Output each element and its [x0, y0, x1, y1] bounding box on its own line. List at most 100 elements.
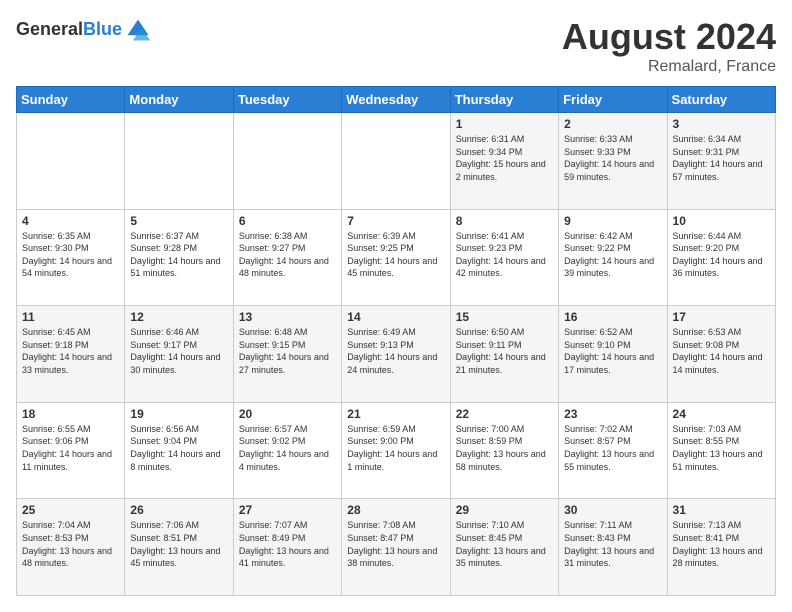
day-number: 4	[22, 214, 119, 228]
day-info: Sunrise: 6:41 AMSunset: 9:23 PMDaylight:…	[456, 230, 553, 280]
day-number: 19	[130, 407, 227, 421]
day-number: 25	[22, 503, 119, 517]
day-number: 23	[564, 407, 661, 421]
day-info: Sunrise: 7:08 AMSunset: 8:47 PMDaylight:…	[347, 519, 444, 569]
day-number: 29	[456, 503, 553, 517]
table-row: 19 Sunrise: 6:56 AMSunset: 9:04 PMDayligh…	[125, 402, 233, 499]
calendar-header-row: Sunday Monday Tuesday Wednesday Thursday…	[17, 87, 776, 113]
table-row: 5 Sunrise: 6:37 AMSunset: 9:28 PMDaylight…	[125, 209, 233, 306]
day-info: Sunrise: 6:53 AMSunset: 9:08 PMDaylight:…	[673, 326, 770, 376]
day-number: 20	[239, 407, 336, 421]
table-row: 13 Sunrise: 6:48 AMSunset: 9:15 PMDayligh…	[233, 306, 341, 403]
day-number: 21	[347, 407, 444, 421]
day-number: 12	[130, 310, 227, 324]
table-row	[233, 113, 341, 210]
table-row: 23 Sunrise: 7:02 AMSunset: 8:57 PMDayligh…	[559, 402, 667, 499]
day-info: Sunrise: 6:35 AMSunset: 9:30 PMDaylight:…	[22, 230, 119, 280]
day-info: Sunrise: 7:04 AMSunset: 8:53 PMDaylight:…	[22, 519, 119, 569]
table-row: 22Sunrise: 7:00 AMSunset: 8:59 PMDayligh…	[450, 402, 558, 499]
calendar-week-row: 4 Sunrise: 6:35 AMSunset: 9:30 PMDaylight…	[17, 209, 776, 306]
day-number: 30	[564, 503, 661, 517]
col-saturday: Saturday	[667, 87, 775, 113]
table-row: 26 Sunrise: 7:06 AMSunset: 8:51 PMDayligh…	[125, 499, 233, 596]
col-thursday: Thursday	[450, 87, 558, 113]
col-tuesday: Tuesday	[233, 87, 341, 113]
day-info: Sunrise: 7:06 AMSunset: 8:51 PMDaylight:…	[130, 519, 227, 569]
logo: GeneralBlue	[16, 16, 152, 44]
table-row: 6Sunrise: 6:38 AMSunset: 9:27 PMDaylight…	[233, 209, 341, 306]
day-number: 1	[456, 117, 553, 131]
day-info: Sunrise: 7:11 AMSunset: 8:43 PMDaylight:…	[564, 519, 661, 569]
table-row: 28Sunrise: 7:08 AMSunset: 8:47 PMDayligh…	[342, 499, 450, 596]
day-info: Sunrise: 7:02 AMSunset: 8:57 PMDaylight:…	[564, 423, 661, 473]
main-title: August 2024	[562, 16, 776, 58]
day-number: 7	[347, 214, 444, 228]
day-number: 11	[22, 310, 119, 324]
header: GeneralBlue August 2024 Remalard, France	[16, 16, 776, 76]
calendar-week-row: 18 Sunrise: 6:55 AMSunset: 9:06 PMDayligh…	[17, 402, 776, 499]
col-wednesday: Wednesday	[342, 87, 450, 113]
day-info: Sunrise: 6:42 AMSunset: 9:22 PMDaylight:…	[564, 230, 661, 280]
col-friday: Friday	[559, 87, 667, 113]
table-row: 11 Sunrise: 6:45 AMSunset: 9:18 PMDayligh…	[17, 306, 125, 403]
day-info: Sunrise: 7:03 AMSunset: 8:55 PMDaylight:…	[673, 423, 770, 473]
table-row: 18 Sunrise: 6:55 AMSunset: 9:06 PMDayligh…	[17, 402, 125, 499]
day-number: 16	[564, 310, 661, 324]
day-info: Sunrise: 6:52 AMSunset: 9:10 PMDaylight:…	[564, 326, 661, 376]
day-info: Sunrise: 6:50 AMSunset: 9:11 PMDaylight:…	[456, 326, 553, 376]
day-info: Sunrise: 6:59 AMSunset: 9:00 PMDaylight:…	[347, 423, 444, 473]
table-row: 16 Sunrise: 6:52 AMSunset: 9:10 PMDayligh…	[559, 306, 667, 403]
table-row: 2Sunrise: 6:33 AMSunset: 9:33 PMDaylight…	[559, 113, 667, 210]
day-info: Sunrise: 6:39 AMSunset: 9:25 PMDaylight:…	[347, 230, 444, 280]
table-row: 1Sunrise: 6:31 AMSunset: 9:34 PMDaylight…	[450, 113, 558, 210]
table-row: 8 Sunrise: 6:41 AMSunset: 9:23 PMDaylight…	[450, 209, 558, 306]
day-number: 31	[673, 503, 770, 517]
day-number: 8	[456, 214, 553, 228]
table-row: 29Sunrise: 7:10 AMSunset: 8:45 PMDayligh…	[450, 499, 558, 596]
day-number: 3	[673, 117, 770, 131]
day-number: 15	[456, 310, 553, 324]
day-info: Sunrise: 6:49 AMSunset: 9:13 PMDaylight:…	[347, 326, 444, 376]
calendar-week-row: 25 Sunrise: 7:04 AMSunset: 8:53 PMDayligh…	[17, 499, 776, 596]
day-number: 18	[22, 407, 119, 421]
day-info: Sunrise: 6:37 AMSunset: 9:28 PMDaylight:…	[130, 230, 227, 280]
day-number: 10	[673, 214, 770, 228]
day-number: 14	[347, 310, 444, 324]
day-number: 26	[130, 503, 227, 517]
table-row	[17, 113, 125, 210]
day-info: Sunrise: 6:46 AMSunset: 9:17 PMDaylight:…	[130, 326, 227, 376]
day-number: 2	[564, 117, 661, 131]
day-info: Sunrise: 6:45 AMSunset: 9:18 PMDaylight:…	[22, 326, 119, 376]
table-row: 10 Sunrise: 6:44 AMSunset: 9:20 PMDayligh…	[667, 209, 775, 306]
table-row: 3 Sunrise: 6:34 AMSunset: 9:31 PMDaylight…	[667, 113, 775, 210]
calendar-table: Sunday Monday Tuesday Wednesday Thursday…	[16, 86, 776, 596]
calendar-week-row: 1Sunrise: 6:31 AMSunset: 9:34 PMDaylight…	[17, 113, 776, 210]
page: GeneralBlue August 2024 Remalard, France…	[0, 0, 792, 612]
subtitle: Remalard, France	[562, 58, 776, 76]
day-number: 9	[564, 214, 661, 228]
table-row: 15 Sunrise: 6:50 AMSunset: 9:11 PMDayligh…	[450, 306, 558, 403]
table-row: 9 Sunrise: 6:42 AMSunset: 9:22 PMDaylight…	[559, 209, 667, 306]
table-row: 20 Sunrise: 6:57 AMSunset: 9:02 PMDayligh…	[233, 402, 341, 499]
day-number: 24	[673, 407, 770, 421]
table-row: 24 Sunrise: 7:03 AMSunset: 8:55 PMDayligh…	[667, 402, 775, 499]
table-row: 31 Sunrise: 7:13 AMSunset: 8:41 PMDayligh…	[667, 499, 775, 596]
day-info: Sunrise: 6:34 AMSunset: 9:31 PMDaylight:…	[673, 133, 770, 183]
col-monday: Monday	[125, 87, 233, 113]
day-info: Sunrise: 6:55 AMSunset: 9:06 PMDaylight:…	[22, 423, 119, 473]
table-row: 14 Sunrise: 6:49 AMSunset: 9:13 PMDayligh…	[342, 306, 450, 403]
day-number: 22	[456, 407, 553, 421]
logo-icon	[124, 16, 152, 44]
day-info: Sunrise: 6:56 AMSunset: 9:04 PMDaylight:…	[130, 423, 227, 473]
table-row	[342, 113, 450, 210]
day-number: 13	[239, 310, 336, 324]
day-number: 27	[239, 503, 336, 517]
day-number: 5	[130, 214, 227, 228]
day-info: Sunrise: 6:38 AMSunset: 9:27 PMDaylight:…	[239, 230, 336, 280]
day-info: Sunrise: 6:48 AMSunset: 9:15 PMDaylight:…	[239, 326, 336, 376]
day-number: 17	[673, 310, 770, 324]
day-info: Sunrise: 6:44 AMSunset: 9:20 PMDaylight:…	[673, 230, 770, 280]
day-info: Sunrise: 6:57 AMSunset: 9:02 PMDaylight:…	[239, 423, 336, 473]
calendar-week-row: 11 Sunrise: 6:45 AMSunset: 9:18 PMDayligh…	[17, 306, 776, 403]
day-info: Sunrise: 7:13 AMSunset: 8:41 PMDaylight:…	[673, 519, 770, 569]
